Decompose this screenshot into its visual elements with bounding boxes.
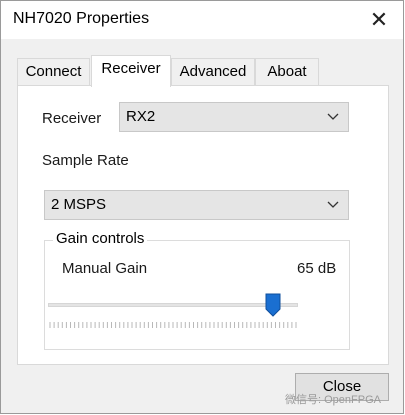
close-icon[interactable]: ✕ (365, 6, 393, 34)
gain-value: 65 dB (297, 260, 337, 277)
gain-slider-thumb[interactable] (265, 293, 281, 317)
receiver-panel: Receiver RX2 Sample Rate 2 MSPS Gain con… (17, 85, 389, 365)
chevron-down-icon (327, 201, 339, 208)
tab-receiver[interactable]: Receiver (91, 55, 171, 87)
receiver-label: Receiver (42, 110, 102, 127)
tab-label: Aboat (267, 63, 307, 80)
sample-rate-select[interactable]: 2 MSPS (44, 190, 349, 220)
tab-advanced[interactable]: Advanced (171, 58, 255, 86)
gain-slider-ticks (49, 322, 297, 328)
gain-group-title: Gain controls (53, 230, 148, 247)
receiver-select[interactable]: RX2 (119, 102, 349, 132)
manual-gain-label: Manual Gain (62, 260, 148, 277)
receiver-value: RX2 (126, 108, 156, 125)
tab-strip: Connect Receiver Advanced Aboat (17, 55, 397, 87)
tab-label: Advanced (179, 63, 247, 80)
sample-rate-value: 2 MSPS (51, 196, 107, 213)
title-bar: NH7020 Properties ✕ (1, 1, 403, 39)
window-title: NH7020 Properties (13, 10, 150, 27)
tab-aboat[interactable]: Aboat (255, 58, 319, 86)
watermark: 微信号: OpenFPGA (285, 394, 381, 406)
gain-controls-group: Gain controls (44, 230, 350, 350)
tab-connect[interactable]: Connect (17, 58, 90, 86)
chevron-down-icon (327, 113, 339, 120)
sample-rate-label: Sample Rate (42, 152, 129, 169)
tab-label: Receiver (101, 60, 161, 77)
properties-dialog: NH7020 Properties ✕ Connect Receiver Adv… (0, 0, 404, 414)
gain-slider-track[interactable] (48, 303, 298, 307)
tab-label: Connect (25, 63, 82, 80)
